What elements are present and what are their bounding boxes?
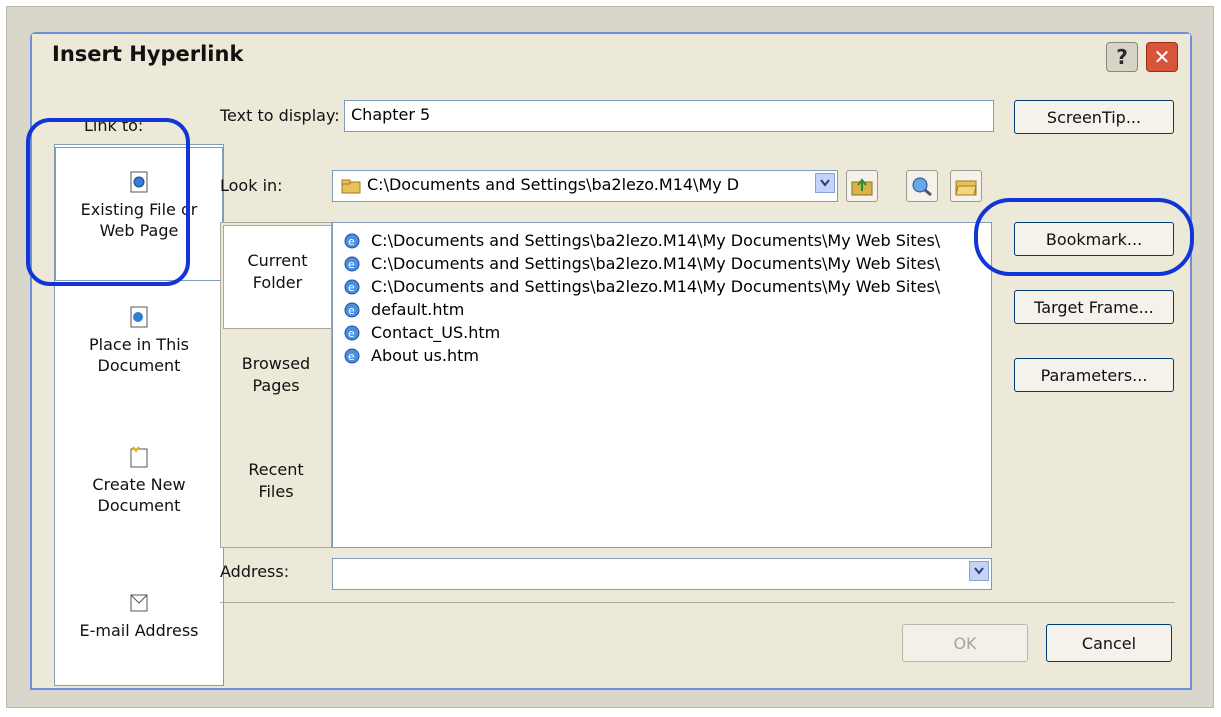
close-button[interactable]: ✕ (1146, 42, 1178, 72)
file-name: About us.htm (371, 346, 479, 365)
link-create-label1: Create New (92, 475, 186, 494)
ie-page-icon: e (344, 233, 360, 248)
separator (220, 602, 1175, 603)
highlight-bookmark (974, 198, 1194, 276)
tab-browsed-pages[interactable]: Browsed Pages (221, 353, 331, 397)
link-email-label1: E-mail Address (79, 621, 199, 640)
link-place-label2: Document (97, 356, 181, 375)
chevron-down-icon (974, 567, 984, 575)
folder-icon (341, 179, 361, 194)
list-item[interactable]: e C:\Documents and Settings\ba2lezo.M14\M… (333, 275, 991, 298)
tab-current-line2: Folder (252, 273, 303, 292)
ie-page-icon: e (344, 348, 360, 363)
text-to-display-input[interactable]: Chapter 5 (344, 100, 994, 132)
list-item[interactable]: e Contact_US.htm (333, 321, 991, 344)
file-name: default.htm (371, 300, 465, 319)
up-folder-icon (851, 178, 873, 196)
tab-browsed-line2: Pages (252, 376, 300, 395)
svg-text:e: e (348, 258, 355, 271)
address-dropdown-arrow[interactable] (969, 561, 989, 581)
title-bar: Insert Hyperlink ? ✕ (32, 34, 1190, 82)
browse-file-button[interactable] (950, 170, 982, 202)
browse-web-icon (912, 177, 932, 196)
target-frame-button[interactable]: Target Frame... (1014, 290, 1174, 324)
file-list[interactable]: e C:\Documents and Settings\ba2lezo.M14\M… (332, 222, 992, 548)
tab-current-line1: Current (247, 251, 308, 270)
svg-text:e: e (348, 350, 355, 363)
address-label: Address: (220, 562, 290, 581)
file-name: C:\Documents and Settings\ba2lezo.M14\My… (371, 254, 941, 273)
list-item[interactable]: e About us.htm (333, 344, 991, 367)
email-icon (130, 594, 148, 612)
cancel-button[interactable]: Cancel (1046, 624, 1172, 662)
svg-text:e: e (348, 281, 355, 294)
browse-tabs: Current Folder Browsed Pages Recent File… (220, 222, 332, 548)
list-item[interactable]: e default.htm (333, 298, 991, 321)
look-in-dropdown-arrow[interactable] (815, 173, 835, 193)
open-folder-icon (955, 180, 977, 196)
file-name: Contact_US.htm (371, 323, 501, 342)
document-place-icon (130, 306, 148, 328)
address-input[interactable] (332, 558, 992, 590)
svg-text:e: e (348, 304, 355, 317)
tab-recent-files[interactable]: Recent Files (221, 459, 331, 503)
tab-browsed-line1: Browsed (241, 354, 311, 373)
chevron-down-icon (820, 179, 830, 187)
new-document-icon (130, 446, 148, 468)
link-email-address[interactable]: E-mail Address (55, 591, 223, 641)
svg-text:e: e (348, 235, 355, 248)
up-folder-button[interactable] (846, 170, 878, 202)
tab-recent-line1: Recent (248, 460, 304, 479)
link-create-new-document[interactable]: Create New Document (55, 445, 223, 516)
ie-page-icon: e (344, 256, 360, 271)
text-to-display-label: Text to display: (220, 106, 340, 125)
look-in-dropdown[interactable]: C:\Documents and Settings\ba2lezo.M14\My… (332, 170, 838, 202)
highlight-existing-file (26, 118, 190, 286)
ie-page-icon: e (344, 302, 360, 317)
screentip-button[interactable]: ScreenTip... (1014, 100, 1174, 134)
tab-current-folder[interactable]: Current Folder (223, 225, 331, 329)
link-place-in-document[interactable]: Place in This Document (55, 305, 223, 376)
ie-page-icon: e (344, 325, 360, 340)
file-name: C:\Documents and Settings\ba2lezo.M14\My… (371, 231, 941, 250)
dialog-title: Insert Hyperlink (52, 42, 244, 66)
list-item[interactable]: e C:\Documents and Settings\ba2lezo.M14\M… (333, 252, 991, 275)
ie-page-icon: e (344, 279, 360, 294)
tab-recent-line2: Files (258, 482, 294, 501)
insert-hyperlink-dialog: Insert Hyperlink ? ✕ Link to: Existing F… (26, 32, 1194, 690)
list-item[interactable]: e C:\Documents and Settings\ba2lezo.M14\M… (333, 229, 991, 252)
file-name: C:\Documents and Settings\ba2lezo.M14\My… (371, 277, 941, 296)
svg-text:e: e (348, 327, 355, 340)
link-place-label1: Place in This (89, 335, 189, 354)
link-create-label2: Document (97, 496, 181, 515)
help-button[interactable]: ? (1106, 42, 1138, 72)
browse-web-button[interactable] (906, 170, 938, 202)
parameters-button[interactable]: Parameters... (1014, 358, 1174, 392)
look-in-value: C:\Documents and Settings\ba2lezo.M14\My… (367, 175, 740, 194)
ok-button[interactable]: OK (902, 624, 1028, 662)
look-in-label: Look in: (220, 176, 283, 195)
